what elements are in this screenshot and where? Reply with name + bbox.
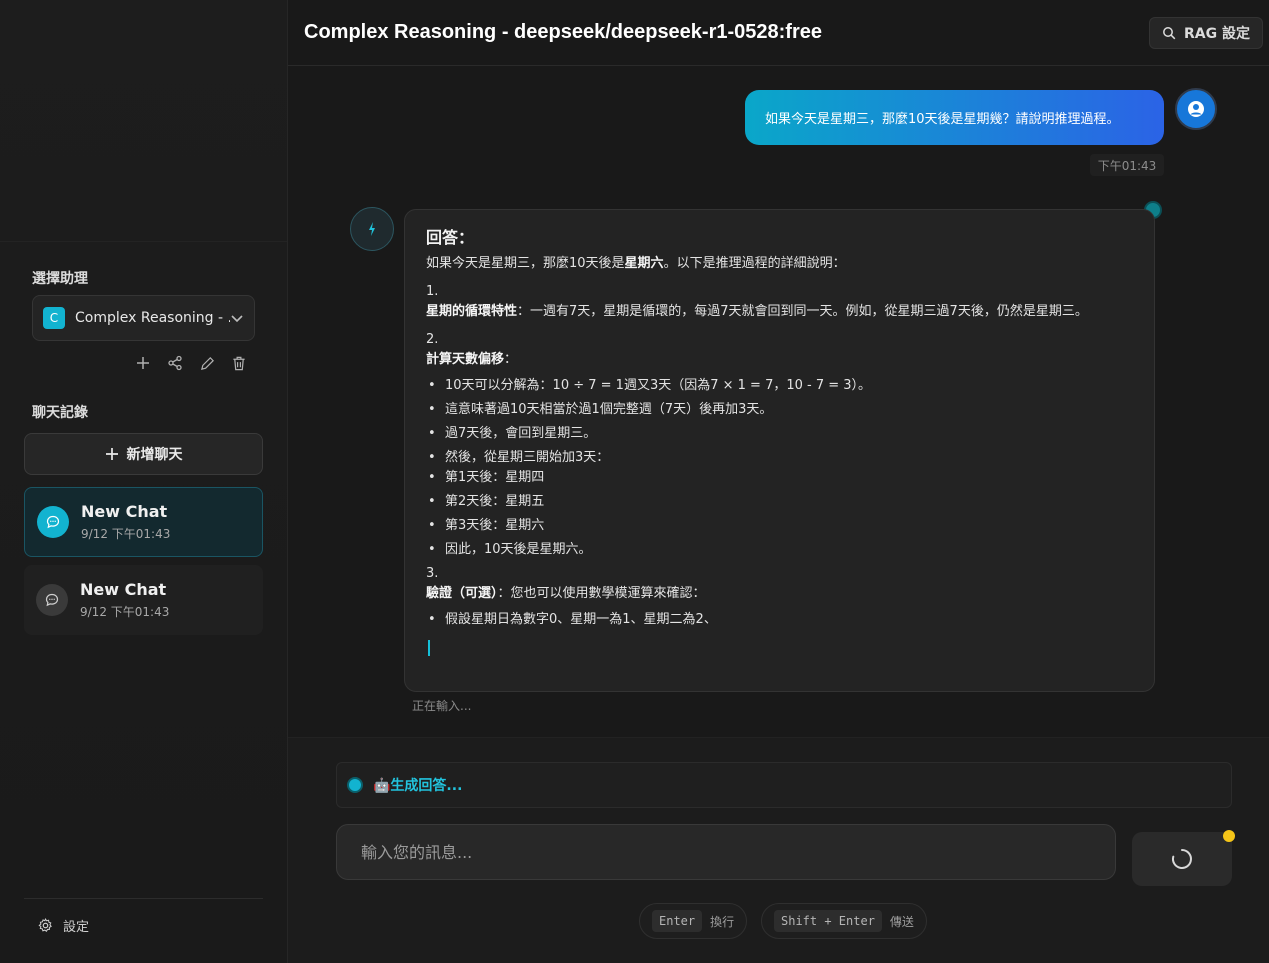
settings-label: 設定 — [63, 920, 90, 935]
assistant-select[interactable]: C Complex Reasoning - ... — [32, 295, 255, 341]
typing-indicator: 正在輸入... — [412, 699, 472, 713]
page-title: Complex Reasoning - deepseek/deepseek-r1… — [304, 21, 822, 43]
settings-button[interactable]: 設定 — [38, 916, 89, 935]
assistant-message: 回答： 如果今天是星期三，那麼10天後是星期六。以下是推理過程的詳細說明： 1.… — [404, 209, 1155, 692]
generating-status-bar: 🤖生成回答... — [336, 762, 1232, 808]
list-item: 第1天後：星期四 — [426, 468, 1133, 488]
history-section-label: 聊天記錄 — [32, 405, 88, 421]
add-assistant-button[interactable] — [134, 353, 152, 373]
message-timestamp: 下午01:43 — [1090, 154, 1164, 176]
search-icon — [1163, 27, 1176, 40]
rag-settings-button[interactable]: RAG 設定 — [1149, 17, 1263, 49]
sidebar: 選擇助理 C Complex Reasoning - ... 聊天記錄 新增聊天… — [0, 0, 288, 963]
plus-icon — [105, 448, 118, 460]
user-icon — [1188, 101, 1204, 117]
answer-intro: 如果今天是星期三，那麼10天後是星期六。以下是推理過程的詳細說明： — [426, 254, 1133, 274]
edit-assistant-button[interactable] — [198, 353, 216, 373]
chat-header: Complex Reasoning - deepseek/deepseek-r1… — [288, 0, 1269, 66]
assistant-avatar — [350, 207, 394, 251]
pencil-icon — [200, 356, 214, 370]
section-text: 驗證（可選）：您也可以使用數學模運算來確認： — [426, 584, 1133, 604]
chat-time: 9/12 下午01:43 — [81, 527, 171, 541]
chat-title: New Chat — [81, 502, 168, 521]
intro-text: 如果今天是星期三，那麼10天後是 — [426, 256, 625, 271]
share-icon — [168, 355, 182, 371]
steps-list: 假設星期日為數字0、星期一為1、星期二為2、 — [426, 610, 1133, 630]
intro-text-suffix: 。以下是推理過程的詳細說明： — [663, 256, 846, 271]
message-input[interactable] — [336, 824, 1116, 880]
generating-label: 🤖生成回答... — [373, 778, 463, 794]
chat-history-item[interactable]: New Chat 9/12 下午01:43 — [24, 487, 263, 557]
list-item: 然後，從星期三開始加3天： — [426, 448, 1133, 468]
list-item: 假設星期日為數字0、星期一為1、星期二為2、 — [426, 610, 1133, 630]
chevron-down-icon — [231, 315, 243, 323]
sidebar-divider — [24, 898, 263, 899]
section-number: 2. — [426, 332, 439, 347]
loading-spinner-icon — [1171, 849, 1192, 869]
section-body: ：一週有7天，星期是循環的，每過7天就會回到同一天。例如，從星期三過7天後，仍然… — [517, 304, 1088, 319]
hint-label: 換行 — [710, 914, 735, 929]
key-label: Shift + Enter — [774, 910, 882, 932]
keyboard-hint-shift-enter: Shift + Enter 傳送 — [761, 903, 927, 939]
chat-bubble-icon — [37, 506, 69, 538]
user-message: 如果今天是星期三，那麼10天後是星期幾？請說明推理過程。 — [745, 90, 1164, 145]
new-chat-label: 新增聊天 — [126, 447, 183, 463]
intro-bold-text: 星期六 — [624, 256, 664, 271]
list-item: 第3天後：星期六 — [426, 516, 1133, 536]
hint-label: 傳送 — [889, 914, 914, 929]
section-heading: 計算天數偏移 — [426, 352, 505, 367]
chat-history-item[interactable]: New Chat 9/12 下午01:43 — [24, 565, 263, 635]
keyboard-hint-enter: Enter 換行 — [639, 903, 748, 939]
section-heading: 驗證（可選） — [426, 586, 498, 601]
delete-assistant-button[interactable] — [230, 353, 248, 373]
assistant-badge: C — [43, 307, 65, 329]
assistant-section-label: 選擇助理 — [32, 271, 88, 287]
list-item: 因此，10天後是星期六。 — [426, 540, 1133, 560]
rag-settings-label: RAG 設定 — [1184, 26, 1250, 42]
chat-time: 9/12 下午01:43 — [80, 605, 170, 619]
user-message-text: 如果今天是星期三，那麼10天後是星期幾？請說明推理過程。 — [765, 112, 1120, 127]
section-number: 3. — [426, 566, 439, 581]
gear-icon — [38, 918, 52, 932]
section-number: 1. — [426, 284, 439, 299]
answer-heading: 回答： — [426, 228, 475, 247]
section-text: 星期的循環特性：一週有7天，星期是循環的，每過7天就會回到同一天。例如，從星期三… — [426, 302, 1133, 322]
user-avatar — [1175, 88, 1217, 130]
list-item: 第2天後：星期五 — [426, 492, 1133, 512]
list-item: 10天可以分解為：10 ÷ 7 = 1週又3天（因為7 × 1 = 7，10 -… — [426, 376, 1133, 396]
list-item: 這意味著過10天相當於過1個完整週（7天）後再加3天。 — [426, 400, 1133, 420]
generating-dot — [347, 777, 363, 793]
sidebar-top-area — [0, 0, 287, 242]
notification-dot — [1223, 830, 1235, 842]
section-body: ： — [504, 352, 518, 367]
list-item: 過7天後，會回到星期三。 — [426, 424, 1133, 444]
assistant-name: Complex Reasoning - ... — [75, 310, 230, 326]
chat-title: New Chat — [80, 580, 167, 599]
lightning-icon — [369, 222, 375, 236]
composer-area: 🤖生成回答... Enter 換行 Shift + Enter 傳送 — [288, 737, 1269, 963]
new-chat-button[interactable]: 新增聊天 — [24, 433, 263, 475]
assistant-toolbar — [134, 353, 248, 373]
steps-list: 10天可以分解為：10 ÷ 7 = 1週又3天（因為7 × 1 = 7，10 -… — [426, 376, 1133, 560]
send-button[interactable] — [1132, 832, 1232, 886]
section-heading: 星期的循環特性 — [426, 304, 518, 319]
share-assistant-button[interactable] — [166, 353, 184, 373]
section-text: 計算天數偏移： — [426, 350, 1133, 370]
typing-cursor — [428, 640, 430, 656]
main-panel: Complex Reasoning - deepseek/deepseek-r1… — [288, 0, 1269, 963]
section-body: ：您也可以使用數學模運算來確認： — [497, 586, 706, 601]
trash-icon — [233, 356, 245, 370]
chat-bubble-icon — [36, 584, 68, 616]
plus-icon — [137, 357, 149, 369]
key-label: Enter — [652, 910, 703, 932]
